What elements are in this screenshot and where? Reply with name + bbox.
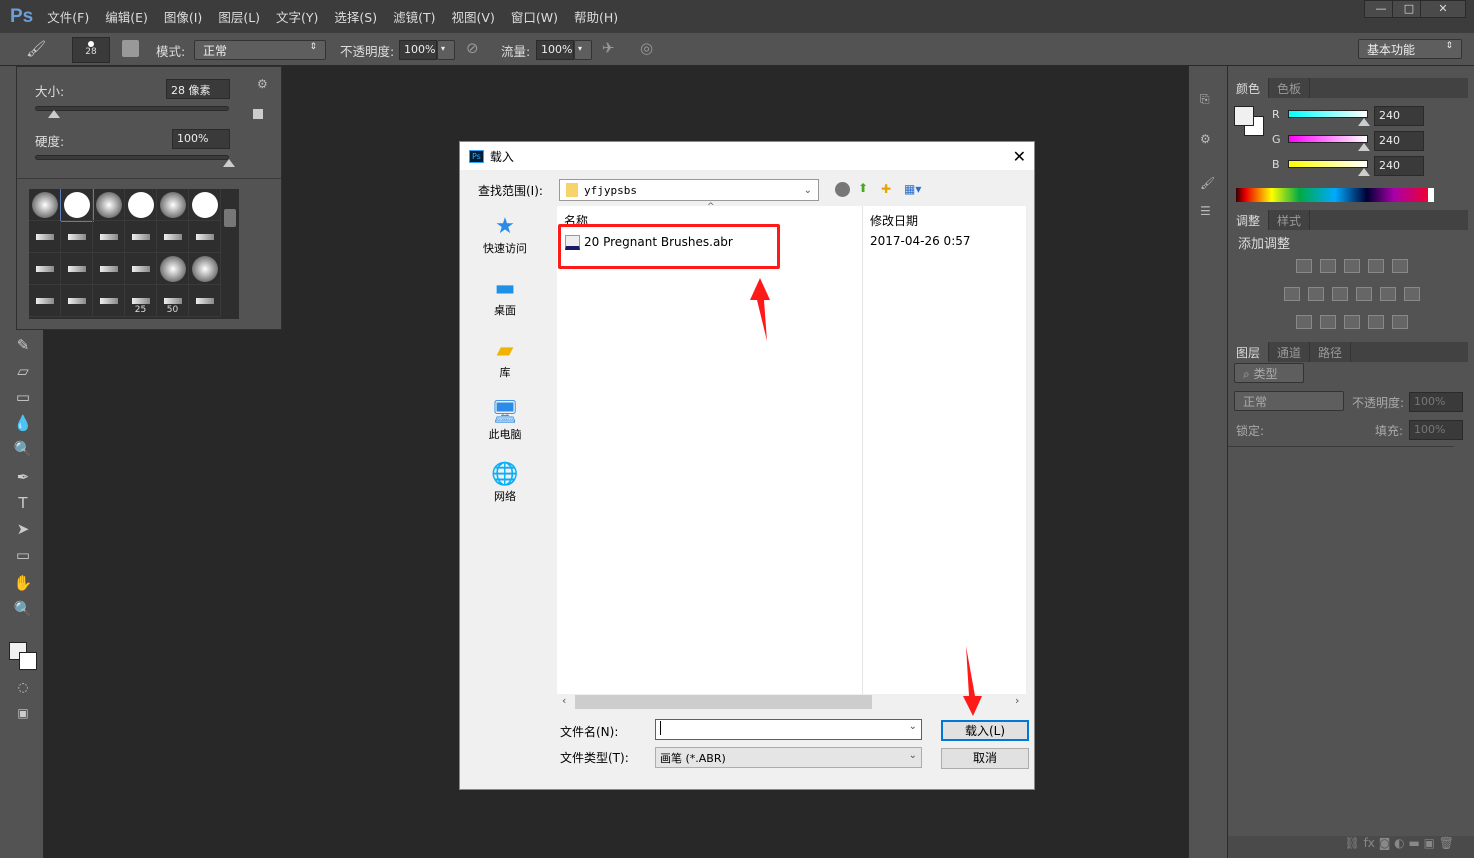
red-arrow-down — [963, 646, 982, 716]
annotation-arrows — [750, 278, 982, 716]
red-arrow-up — [750, 278, 770, 341]
